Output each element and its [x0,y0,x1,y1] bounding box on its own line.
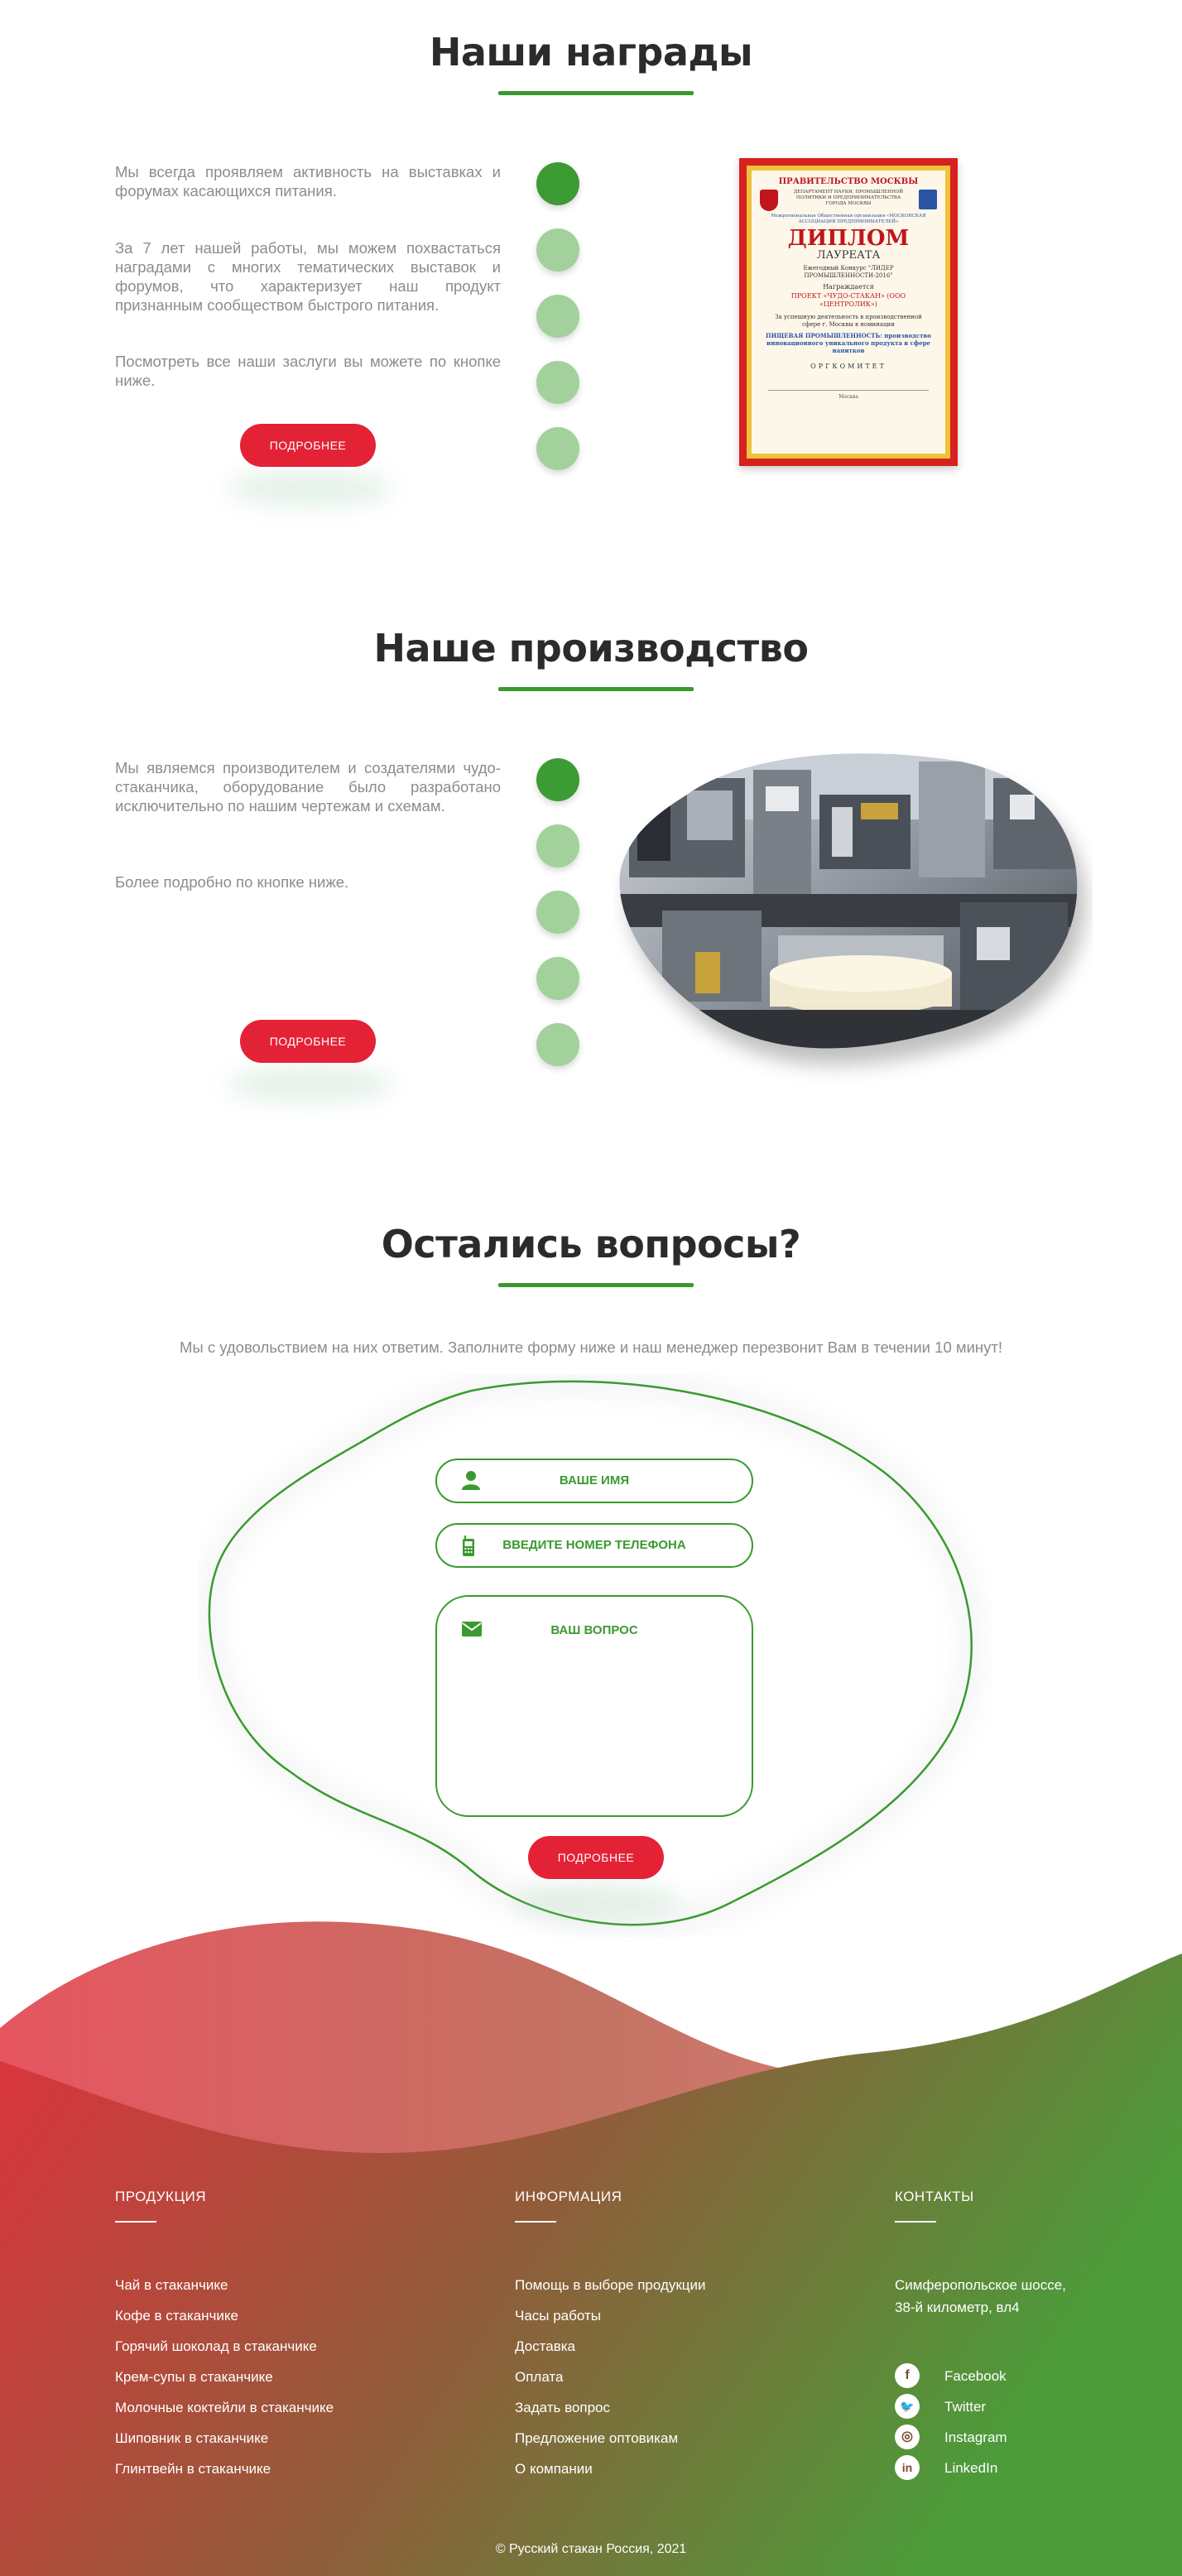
questions-subtitle: Мы с удовольствием на них ответим. Запол… [179,1338,1003,1356]
diploma-nomination: ПИЩЕВАЯ ПРОМЫШЛЕННОСТЬ: производство инн… [766,332,931,354]
production-button-shadow [227,1068,392,1101]
instagram-icon[interactable]: ◎ [895,2425,920,2449]
linkedin-icon[interactable]: in [895,2455,920,2480]
footer-address-line-1: Симферопольское шоссе, [895,2277,1066,2293]
footer-product-link[interactable]: Чай в стаканчике [115,2277,228,2294]
production-title-underline [498,687,694,691]
footer-contacts-heading: КОНТАКТЫ [895,2189,974,2204]
footer-contacts-underline [895,2221,936,2223]
factory-photo [619,753,1086,1065]
facebook-icon[interactable]: f [895,2363,920,2388]
awards-slider-dot-5[interactable] [536,427,579,470]
diploma-awarded: Награждается [823,283,874,291]
phone-field[interactable]: ВВЕДИТЕ НОМЕР ТЕЛЕФОНА [435,1523,753,1568]
name-field[interactable]: ВАШЕ ИМЯ [435,1459,753,1503]
footer-info-link[interactable]: Часы работы [515,2308,601,2324]
awards-slider-dot-2[interactable] [536,228,579,272]
awards-more-button[interactable]: ПОДРОБНЕЕ [240,424,376,467]
footer-info-underline [515,2221,556,2223]
production-paragraph-2: Более подробно по кнопке ниже. [115,873,349,891]
question-textarea[interactable]: ВАШ ВОПРОС [435,1595,753,1817]
production-slider-dot-3[interactable] [536,891,579,934]
awards-slider-dot-3[interactable] [536,295,579,338]
form-submit-button[interactable]: ПОДРОБНЕЕ [528,1836,664,1879]
production-slider-dot-2[interactable] [536,824,579,867]
footer-info-link[interactable]: Помощь в выборе продукции [515,2277,706,2294]
diploma-association: Межрегиональная Общественная организация… [771,214,926,224]
awards-paragraph-3: Посмотреть все наши заслуги вы можете по… [115,353,501,389]
phone-placeholder: ВВЕДИТЕ НОМЕР ТЕЛЕФОНА [502,1538,686,1552]
social-link-instagram[interactable]: Instagram [944,2429,1007,2446]
moscow-emblem-icon [760,190,778,211]
awards-button-shadow [227,472,392,505]
footer-address-line-2: 38-й километр, вл4 [895,2300,1020,2315]
footer-product-link[interactable]: Глинтвейн в стаканчике [115,2461,271,2477]
production-slider-dot-4[interactable] [536,957,579,1000]
footer-info-link[interactable]: О компании [515,2461,593,2477]
diploma-signatures [768,373,929,391]
production-paragraph-1: Мы являемся производителем и создателями… [115,759,501,815]
questions-title-underline [498,1283,694,1287]
footer-product-link[interactable]: Молочные коктейли в стаканчике [115,2400,334,2416]
footer-product-link[interactable]: Крем-супы в стаканчике [115,2369,273,2386]
footer-copyright: © Русский стакан Россия, 2021 [495,2542,687,2556]
footer-info-link[interactable]: Доставка [515,2338,575,2355]
footer-info-link[interactable]: Оплата [515,2369,563,2386]
diploma-header: ПРАВИТЕЛЬСТВО МОСКВЫ [778,177,919,186]
production-slider-dot-1[interactable] [536,758,579,801]
footer-product-link[interactable]: Кофе в стаканчике [115,2308,238,2324]
awards-paragraph-1: Мы всегда проявляем активность на выстав… [115,163,501,199]
production-more-button[interactable]: ПОДРОБНЕЕ [240,1020,376,1063]
social-link-twitter[interactable]: Twitter [944,2399,986,2415]
footer-products-heading: ПРОДУКЦИЯ [115,2189,207,2204]
question-placeholder: ВАШ ВОПРОС [550,1623,638,1637]
footer-info-link[interactable]: Задать вопрос [515,2400,610,2416]
footer-info-heading: ИНФОРМАЦИЯ [515,2189,622,2204]
diploma-image: ПРАВИТЕЛЬСТВО МОСКВЫ ДЕПАРТАМЕНТ НАУКИ, … [739,158,958,466]
awards-title-underline [498,91,694,95]
twitter-icon[interactable]: 🐦 [895,2394,920,2419]
production-slider-dot-5[interactable] [536,1023,579,1066]
diploma-subtitle: ЛАУРЕАТА [816,249,881,262]
name-placeholder: ВАШЕ ИМЯ [559,1473,630,1487]
footer-products-underline [115,2221,156,2223]
social-link-facebook[interactable]: Facebook [944,2368,1007,2385]
diploma-project: ПРОЕКТ «ЧУДО-СТАКАН» (ООО «ЦЕНТРОЛИК») [790,292,906,308]
footer-product-link[interactable]: Шиповник в стаканчике [115,2430,268,2447]
footer-info-link[interactable]: Предложение оптовикам [515,2430,678,2447]
questions-title: Остались вопросы? [381,1222,801,1266]
awards-paragraph-2: За 7 лет нашей работы, мы можем похваста… [115,239,501,314]
awards-slider-dot-4[interactable] [536,361,579,404]
production-title: Наше производство [373,626,809,670]
awards-title: Наши награды [429,30,753,74]
diploma-big-title: ДИПЛОМ [787,226,910,251]
diploma-merit: За успешную деятельность в производствен… [775,314,922,328]
diploma-orgcommittee: ОРГКОМИТЕТ [810,363,886,370]
footer-product-link[interactable]: Горячий шоколад в стаканчике [115,2338,317,2355]
association-logo-icon [919,190,937,209]
awards-slider-dot-1[interactable] [536,162,579,205]
diploma-contest: Ежегодный Конкурс "ЛИДЕР ПРОМЫШЛЕННОСТИ-… [803,265,894,279]
diploma-city: Москва [838,394,858,400]
diploma-dept: ДЕПАРТАМЕНТ НАУКИ, ПРОМЫШЛЕННОЙ ПОЛИТИКИ… [793,190,904,206]
social-link-linkedin[interactable]: LinkedIn [944,2460,997,2477]
